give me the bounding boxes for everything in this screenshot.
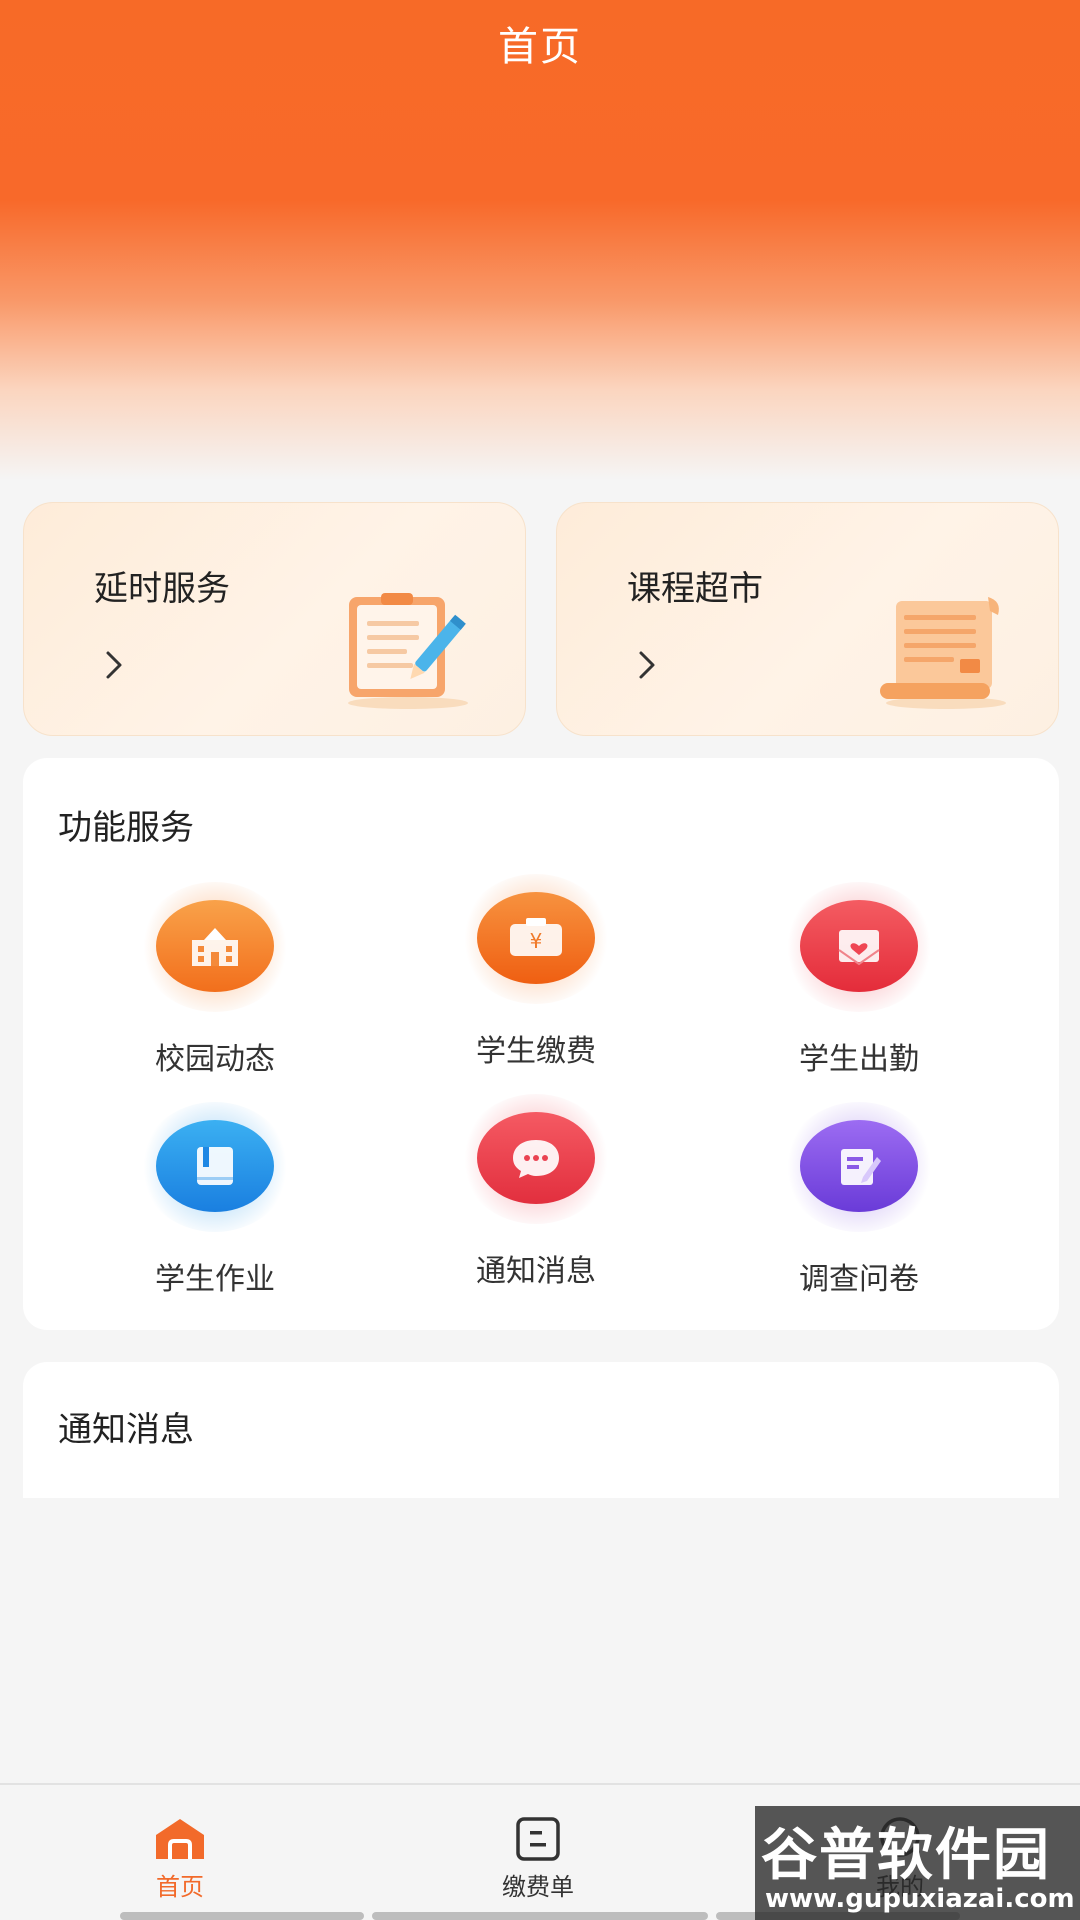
service-student-payment[interactable]: ¥ 学生缴费 — [416, 874, 656, 1074]
service-label: 通知消息 — [476, 1254, 596, 1289]
service-label: 校园动态 — [155, 1042, 275, 1077]
chevron-right-icon — [106, 651, 122, 679]
tab-home[interactable]: 首页 — [80, 1785, 280, 1905]
tab-bills[interactable]: 缴费单 — [438, 1785, 638, 1905]
notice-panel: 通知消息 — [23, 1362, 1059, 1498]
service-student-homework[interactable]: 学生作业 — [95, 1102, 335, 1302]
watermark-brand: 谷普软件园 — [761, 1823, 1051, 1888]
edit-form-icon — [800, 1120, 918, 1212]
school-building-icon — [156, 900, 274, 992]
watermark-url: www.gupuxiazai.com — [765, 1884, 1075, 1914]
home-indicator — [120, 1912, 364, 1920]
book-icon — [156, 1120, 274, 1212]
clipboard-pen-icon — [348, 593, 468, 709]
service-label: 调查问卷 — [799, 1262, 919, 1297]
service-label: 学生作业 — [155, 1262, 275, 1297]
service-campus-news[interactable]: 校园动态 — [95, 882, 335, 1082]
heart-envelope-icon — [800, 900, 918, 992]
services-title: 功能服务 — [58, 808, 194, 848]
services-panel: 功能服务 校园动态 ¥ 学生缴费 学生出勤 学生作业 通知消息 调查问卷 — [23, 758, 1059, 1330]
service-student-attendance[interactable]: 学生出勤 — [739, 882, 979, 1082]
service-label: 学生缴费 — [476, 1034, 596, 1069]
scroll-document-icon — [880, 597, 1006, 709]
yen-wallet-icon: ¥ — [477, 892, 595, 984]
chevron-right-icon — [639, 651, 655, 679]
service-notifications[interactable]: 通知消息 — [416, 1094, 656, 1294]
home-icon — [156, 1819, 204, 1859]
watermark: 谷普软件园 www.gupuxiazai.com — [755, 1806, 1080, 1920]
promo-card-delay-service[interactable]: 延时服务 — [23, 502, 526, 736]
promo-card-course-market[interactable]: 课程超市 — [556, 502, 1059, 736]
tab-label: 缴费单 — [502, 1873, 574, 1901]
service-label: 学生出勤 — [799, 1042, 919, 1077]
promo-card-title: 延时服务 — [94, 569, 230, 609]
header-background — [0, 0, 1080, 490]
promo-card-title: 课程超市 — [627, 569, 763, 609]
home-indicator — [372, 1912, 708, 1920]
page-title: 首页 — [498, 24, 582, 70]
tab-label: 首页 — [156, 1873, 204, 1901]
bill-icon — [516, 1817, 560, 1861]
notice-title: 通知消息 — [58, 1410, 194, 1450]
svg-text:¥: ¥ — [530, 929, 543, 953]
chat-bubble-icon — [477, 1112, 595, 1204]
service-survey[interactable]: 调查问卷 — [739, 1102, 979, 1302]
